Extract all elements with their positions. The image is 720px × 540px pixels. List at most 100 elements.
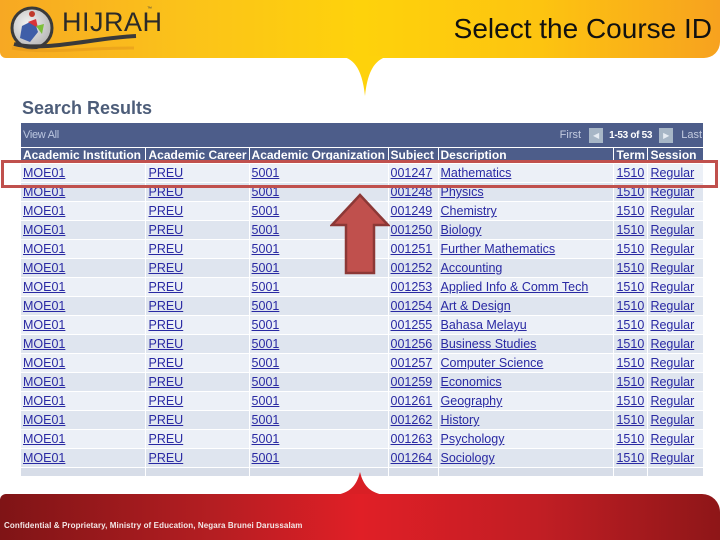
academic-organization-link[interactable]: 5001: [252, 223, 280, 237]
term-link[interactable]: 1510: [616, 451, 644, 465]
table-row[interactable]: MOE01 PREU 5001 001263 Psychology 1510 Regular: [21, 429, 703, 449]
subject-link[interactable]: 001250: [391, 223, 433, 237]
column-header-session[interactable]: Session: [647, 147, 703, 164]
last-link[interactable]: Last: [681, 129, 702, 141]
column-header-subject[interactable]: Subject: [387, 147, 439, 164]
academic-career-link[interactable]: PREU: [148, 204, 183, 218]
table-row[interactable]: MOE01 PREU 5001 001257 Computer Science 1510 R…: [21, 353, 703, 373]
description-link[interactable]: Further Mathematics: [441, 242, 556, 256]
academic-organization-link[interactable]: 5001: [252, 261, 280, 275]
session-link[interactable]: Regular: [650, 223, 694, 237]
academic-organization-link[interactable]: 5001: [252, 204, 280, 218]
table-row[interactable]: MOE01 PREU 5001 001264 Sociology 1510 Regular: [21, 448, 703, 468]
academic-career-link[interactable]: PREU: [148, 318, 183, 332]
subject-link[interactable]: 001262: [391, 413, 433, 427]
academic-organization-link[interactable]: 5001: [252, 299, 280, 313]
academic-institution-link[interactable]: MOE01: [23, 223, 65, 237]
next-page-button[interactable]: ▶: [659, 127, 674, 143]
academic-career-link[interactable]: PREU: [148, 261, 183, 275]
academic-institution-link[interactable]: MOE01: [23, 261, 65, 275]
first-link[interactable]: First: [560, 129, 581, 141]
session-link[interactable]: Regular: [650, 166, 694, 180]
academic-organization-link[interactable]: 5001: [252, 166, 280, 180]
session-link[interactable]: Regular: [650, 261, 694, 275]
session-link[interactable]: Regular: [650, 413, 694, 427]
academic-organization-link[interactable]: 5001: [252, 242, 280, 256]
academic-institution-link[interactable]: MOE01: [23, 394, 65, 408]
subject-link[interactable]: 001253: [391, 280, 433, 294]
session-link[interactable]: Regular: [650, 242, 694, 256]
academic-institution-link[interactable]: MOE01: [23, 204, 65, 218]
academic-career-link[interactable]: PREU: [148, 280, 183, 294]
session-link[interactable]: Regular: [650, 394, 694, 408]
term-link[interactable]: 1510: [616, 204, 644, 218]
description-link[interactable]: Art & Design: [441, 299, 511, 313]
subject-link[interactable]: 001259: [391, 375, 433, 389]
academic-organization-link[interactable]: 5001: [252, 375, 280, 389]
description-link[interactable]: Accounting: [441, 261, 503, 275]
academic-career-link[interactable]: PREU: [148, 413, 183, 427]
term-link[interactable]: 1510: [616, 299, 644, 313]
description-link[interactable]: Mathematics: [441, 166, 512, 180]
session-link[interactable]: Regular: [650, 280, 694, 294]
term-link[interactable]: 1510: [616, 413, 644, 427]
subject-link[interactable]: 001254: [391, 299, 433, 313]
academic-organization-link[interactable]: 5001: [252, 280, 280, 294]
table-row[interactable]: MOE01 PREU 5001 001262 History 1510 Regular: [21, 410, 703, 430]
session-link[interactable]: Regular: [650, 318, 694, 332]
term-link[interactable]: 1510: [616, 223, 644, 237]
subject-link[interactable]: 001261: [391, 394, 433, 408]
subject-link[interactable]: 001255: [391, 318, 433, 332]
table-row[interactable]: MOE01 PREU 5001 001254 Art & Design 1510 Regul…: [21, 296, 703, 316]
academic-organization-link[interactable]: 5001: [252, 451, 280, 465]
academic-institution-link[interactable]: MOE01: [23, 451, 65, 465]
term-link[interactable]: 1510: [616, 318, 644, 332]
session-link[interactable]: Regular: [650, 204, 694, 218]
description-link[interactable]: Physics: [441, 185, 484, 199]
academic-institution-link[interactable]: MOE01: [23, 166, 65, 180]
academic-organization-link[interactable]: 5001: [252, 318, 280, 332]
academic-organization-link[interactable]: 5001: [252, 413, 280, 427]
academic-organization-link[interactable]: 5001: [252, 337, 280, 351]
session-link[interactable]: Regular: [650, 356, 694, 370]
table-row[interactable]: MOE01 PREU 5001 001255 Bahasa Melayu 1510 Regu…: [21, 315, 703, 335]
term-link[interactable]: 1510: [616, 432, 644, 446]
term-link[interactable]: 1510: [616, 280, 644, 294]
session-link[interactable]: Regular: [650, 299, 694, 313]
column-header-term[interactable]: Term: [613, 147, 648, 164]
academic-career-link[interactable]: PREU: [148, 432, 183, 446]
description-link[interactable]: Chemistry: [441, 204, 497, 218]
previous-page-button[interactable]: ◀: [589, 127, 604, 143]
subject-link[interactable]: 001252: [391, 261, 433, 275]
academic-institution-link[interactable]: MOE01: [23, 299, 65, 313]
description-link[interactable]: Computer Science: [441, 356, 544, 370]
academic-organization-link[interactable]: 5001: [252, 432, 280, 446]
subject-link[interactable]: 001249: [391, 204, 433, 218]
term-link[interactable]: 1510: [616, 375, 644, 389]
term-link[interactable]: 1510: [616, 337, 644, 351]
academic-institution-link[interactable]: MOE01: [23, 185, 65, 199]
academic-institution-link[interactable]: MOE01: [23, 318, 65, 332]
subject-link[interactable]: 001248: [391, 185, 433, 199]
academic-institution-link[interactable]: MOE01: [23, 280, 65, 294]
description-link[interactable]: Bahasa Melayu: [441, 318, 527, 332]
academic-career-link[interactable]: PREU: [148, 394, 183, 408]
description-link[interactable]: Economics: [441, 375, 502, 389]
academic-institution-link[interactable]: MOE01: [23, 242, 65, 256]
column-header-academic-institution[interactable]: Academic Institution: [21, 147, 146, 164]
term-link[interactable]: 1510: [616, 242, 644, 256]
table-row[interactable]: MOE01 PREU 5001 001259 Economics 1510 Regular: [21, 372, 703, 392]
description-link[interactable]: Sociology: [441, 451, 495, 465]
table-row[interactable]: MOE01 PREU 5001 001256 Business Studies 1510 R…: [21, 334, 703, 354]
subject-link[interactable]: 001264: [391, 451, 433, 465]
description-link[interactable]: Applied Info & Comm Tech: [441, 280, 589, 294]
subject-link[interactable]: 001263: [391, 432, 433, 446]
column-header-academic-organization[interactable]: Academic Organization: [248, 147, 389, 164]
session-link[interactable]: Regular: [650, 337, 694, 351]
term-link[interactable]: 1510: [616, 394, 644, 408]
session-link[interactable]: Regular: [650, 432, 694, 446]
description-link[interactable]: Biology: [441, 223, 482, 237]
session-link[interactable]: Regular: [650, 451, 694, 465]
table-row[interactable]: MOE01 PREU 5001 001253 Applied Info & Comm T…: [21, 277, 703, 297]
academic-institution-link[interactable]: MOE01: [23, 432, 65, 446]
